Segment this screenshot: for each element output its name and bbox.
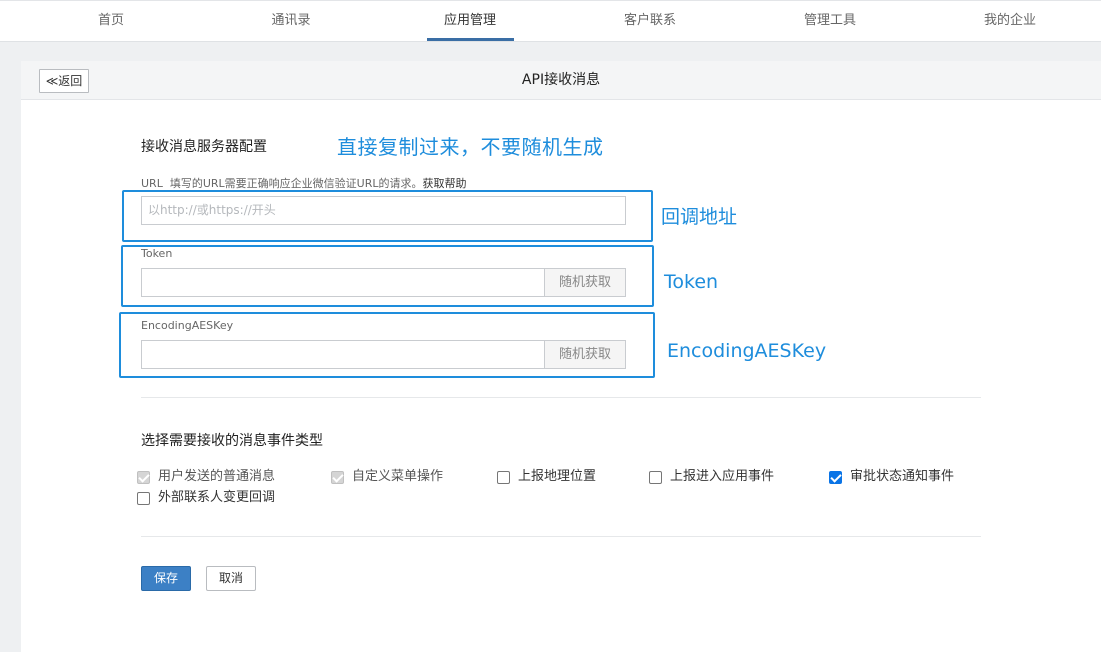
back-button[interactable]: ≪返回 (39, 69, 89, 93)
event-option-label: 上报地理位置 (518, 469, 597, 484)
help-link[interactable]: 获取帮助 (422, 177, 466, 190)
checkbox[interactable] (497, 470, 510, 484)
event-option[interactable]: 自定义菜单操作 (331, 468, 443, 486)
nav-item-app-management[interactable]: 应用管理 (420, 1, 520, 42)
event-option-label: 审批状态通知事件 (850, 469, 955, 484)
aes-key-random-button[interactable]: 随机获取 (544, 340, 626, 369)
main-panel: API接收消息 ≪返回 接收消息服务器配置 直接复制过来，不要随机生成 URL … (21, 61, 1101, 652)
annotation-aes-note: EncodingAESKey (667, 340, 827, 362)
nav-item-customer-contact[interactable]: 客户联系 (600, 1, 700, 42)
panel-header: API接收消息 ≪返回 (21, 61, 1101, 100)
event-option-label: 上报进入应用事件 (670, 469, 775, 484)
event-option[interactable]: 外部联系人变更回调 (137, 489, 275, 507)
nav-item-contacts[interactable]: 通讯录 (241, 1, 341, 42)
url-input[interactable]: 以http://或https://开头 (141, 196, 626, 225)
active-tab-indicator (427, 38, 514, 41)
checkbox-checked-disabled (137, 470, 150, 484)
nav-item-management-tools[interactable]: 管理工具 (780, 1, 880, 42)
aes-key-input[interactable] (141, 340, 545, 369)
token-random-button[interactable]: 随机获取 (544, 268, 626, 297)
aes-key-label: EncodingAESKey (141, 319, 234, 332)
event-option[interactable]: 用户发送的普通消息 (137, 468, 275, 486)
save-button[interactable]: 保存 (141, 566, 191, 591)
divider (141, 536, 981, 537)
page-title: API接收消息 (521, 72, 601, 88)
events-title: 选择需要接收的消息事件类型 (141, 433, 323, 449)
token-input[interactable] (141, 268, 545, 297)
event-option-label: 自定义菜单操作 (352, 469, 444, 484)
checkbox[interactable] (649, 470, 662, 484)
cancel-button[interactable]: 取消 (206, 566, 256, 591)
annotation-copy-note: 直接复制过来，不要随机生成 (337, 135, 604, 159)
event-option[interactable]: 上报地理位置 (497, 468, 596, 486)
url-label: URL 填写的URL需要正确响应企业微信验证URL的请求。获取帮助 (141, 175, 466, 191)
url-label-prefix: URL (141, 177, 163, 190)
annotation-token-note: Token (664, 271, 719, 293)
nav-item-my-enterprise[interactable]: 我的企业 (960, 1, 1060, 42)
top-nav: 首页 通讯录 应用管理 客户联系 管理工具 我的企业 (0, 0, 1101, 42)
url-hint: 填写的URL需要正确响应企业微信验证URL的请求。 (169, 177, 423, 190)
event-option[interactable]: 审批状态通知事件 (829, 468, 954, 486)
divider (141, 397, 981, 398)
event-option-label: 外部联系人变更回调 (158, 490, 276, 505)
checkbox-checked[interactable] (829, 470, 842, 484)
token-label: Token (141, 247, 173, 260)
event-option[interactable]: 上报进入应用事件 (649, 468, 774, 486)
checkbox-checked-disabled (331, 470, 344, 484)
checkbox[interactable] (137, 491, 150, 505)
annotation-url-note: 回调地址 (661, 206, 738, 228)
nav-item-home[interactable]: 首页 (61, 1, 161, 42)
event-option-label: 用户发送的普通消息 (158, 469, 276, 484)
server-config-title: 接收消息服务器配置 (141, 139, 267, 155)
